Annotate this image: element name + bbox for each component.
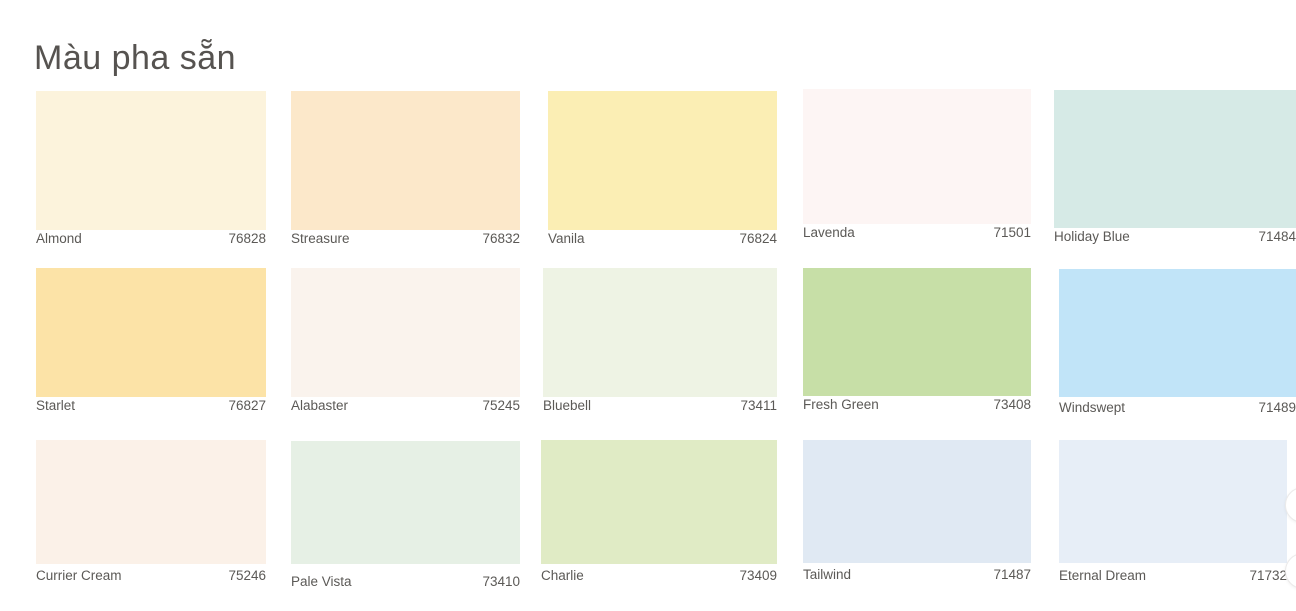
swatch-card[interactable]: Alabaster 75245 <box>291 268 520 427</box>
swatch-color-chip[interactable] <box>1054 90 1296 228</box>
swatch-meta: Windswept 71489 <box>1059 399 1296 425</box>
swatch-meta: Streasure 76832 <box>291 230 520 256</box>
swatch-card[interactable]: Holiday Blue 71484 <box>1054 90 1296 258</box>
swatch-color-chip[interactable] <box>541 440 777 564</box>
swatch-card[interactable]: Windswept 71489 <box>1059 269 1296 427</box>
swatch-name: Alabaster <box>291 398 349 413</box>
swatch-color-chip[interactable] <box>803 89 1031 224</box>
swatch-code: 71732 <box>1249 568 1287 583</box>
swatch-code: 76827 <box>228 398 266 413</box>
swatch-color-chip[interactable] <box>1059 269 1296 397</box>
swatch-name: Charlie <box>541 568 584 583</box>
swatch-color-chip[interactable] <box>803 440 1031 563</box>
swatch-code: 75245 <box>482 398 520 413</box>
swatch-name: Bluebell <box>543 398 592 413</box>
swatch-meta: Tailwind 71487 <box>803 566 1031 592</box>
swatch-meta: Lavenda 71501 <box>803 224 1031 250</box>
swatch-name: Almond <box>36 231 82 246</box>
swatch-name: Holiday Blue <box>1054 229 1130 244</box>
swatch-color-chip[interactable] <box>36 440 266 564</box>
swatch-color-chip[interactable] <box>548 91 777 230</box>
swatch-code: 71489 <box>1258 400 1296 415</box>
swatch-code: 71501 <box>993 225 1031 240</box>
swatch-color-chip[interactable] <box>291 441 520 564</box>
swatch-meta: Currier Cream 75246 <box>36 567 266 593</box>
swatch-code: 73411 <box>740 398 777 413</box>
swatch-meta: Charlie 73409 <box>541 567 777 593</box>
swatch-name: Lavenda <box>803 225 855 240</box>
swatch-code: 76824 <box>739 231 777 246</box>
swatch-code: 76828 <box>228 231 266 246</box>
swatch-color-chip[interactable] <box>1059 440 1287 563</box>
swatch-color-chip[interactable] <box>291 268 520 397</box>
swatch-name: Tailwind <box>803 567 852 582</box>
swatch-card[interactable]: Bluebell 73411 <box>543 268 777 427</box>
swatch-color-chip[interactable] <box>36 91 266 230</box>
swatch-card[interactable]: Tailwind 71487 <box>803 440 1031 593</box>
swatch-card[interactable]: Almond 76828 <box>36 91 266 260</box>
swatch-code: 73409 <box>739 568 777 583</box>
swatch-card[interactable]: Eternal Dream 71732 <box>1059 440 1287 593</box>
swatch-card[interactable]: Currier Cream 75246 <box>36 440 266 594</box>
swatch-name: Windswept <box>1059 400 1126 415</box>
swatch-meta: Vanila 76824 <box>548 230 777 256</box>
swatch-code: 71487 <box>993 567 1031 582</box>
swatch-meta: Almond 76828 <box>36 230 266 256</box>
swatch-card[interactable]: Streasure 76832 <box>291 91 520 260</box>
swatch-name: Currier Cream <box>36 568 122 583</box>
swatch-code: 76832 <box>482 231 520 246</box>
swatch-meta: Fresh Green 73408 <box>803 396 1031 422</box>
swatch-color-chip[interactable] <box>803 268 1031 396</box>
swatch-meta: Bluebell 73411 <box>543 397 777 423</box>
swatch-name: Eternal Dream <box>1059 568 1147 583</box>
swatch-name: Vanila <box>548 231 585 246</box>
swatch-code: 73410 <box>482 574 520 589</box>
swatch-card[interactable]: Vanila 76824 <box>548 91 777 260</box>
swatch-card[interactable]: Charlie 73409 <box>541 440 777 594</box>
swatch-card[interactable]: Starlet 76827 <box>36 268 266 427</box>
swatch-card[interactable]: Fresh Green 73408 <box>803 268 1031 426</box>
swatch-meta: Holiday Blue 71484 <box>1054 228 1296 254</box>
swatch-code: 71484 <box>1258 229 1296 244</box>
swatch-code: 73408 <box>993 397 1031 412</box>
swatch-meta: Eternal Dream 71732 <box>1059 567 1287 593</box>
swatch-name: Fresh Green <box>803 397 879 412</box>
swatch-meta: Starlet 76827 <box>36 397 266 423</box>
swatch-color-chip[interactable] <box>36 268 266 397</box>
swatch-code: 75246 <box>228 568 266 583</box>
swatch-color-chip[interactable] <box>543 268 777 397</box>
swatch-meta: Alabaster 75245 <box>291 397 520 423</box>
swatch-name: Starlet <box>36 398 76 413</box>
swatch-card[interactable]: Pale Vista 73410 <box>291 441 520 594</box>
swatch-color-chip[interactable] <box>291 91 520 230</box>
color-palette-page: Màu pha sẵn Almond 76828 Streasure 76832 Van… <box>0 0 1296 611</box>
swatch-name: Pale Vista <box>291 574 352 589</box>
swatch-grid: Almond 76828 Streasure 76832 Vanila 76824 Lave… <box>0 0 1296 611</box>
swatch-card[interactable]: Lavenda 71501 <box>803 89 1031 254</box>
swatch-meta: Pale Vista 73410 <box>291 573 520 599</box>
swatch-name: Streasure <box>291 231 350 246</box>
